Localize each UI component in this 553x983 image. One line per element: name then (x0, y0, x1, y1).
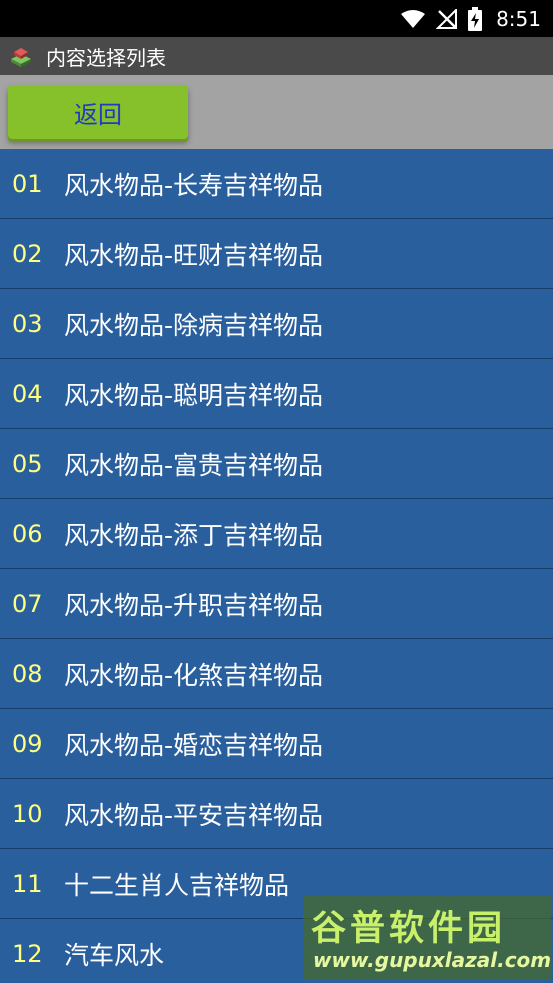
list-item-label: 风水物品-婚恋吉祥物品 (64, 730, 324, 760)
list-item-label: 十二生肖人吉祥物品 (64, 870, 290, 900)
list-item-01[interactable]: 01 风水物品-长寿吉祥物品 (0, 149, 553, 219)
toolbar: 返回 (0, 75, 553, 149)
list-item-05[interactable]: 05 风水物品-富贵吉祥物品 (0, 429, 553, 499)
list-item-number: 11 (12, 869, 43, 898)
watermark-url: www.gupuxlazal.com (313, 948, 552, 972)
list-item-number: 12 (12, 939, 43, 968)
list-item-label: 风水物品-富贵吉祥物品 (64, 450, 324, 480)
status-icons: 8:51 (400, 0, 541, 37)
back-button[interactable]: 返回 (8, 85, 188, 139)
list-item-10[interactable]: 10 风水物品-平安吉祥物品 (0, 779, 553, 849)
app-logo-icon (8, 43, 34, 69)
list-item-label: 风水物品-添丁吉祥物品 (64, 520, 324, 550)
list-item-04[interactable]: 04 风水物品-聪明吉祥物品 (0, 359, 553, 429)
list-item-label: 风水物品-化煞吉祥物品 (64, 660, 324, 690)
watermark-title: 谷普软件园 (311, 909, 507, 949)
no-signal-icon (436, 8, 458, 29)
list-item-label: 风水物品-聪明吉祥物品 (64, 380, 324, 410)
title-bar: 内容选择列表 (0, 37, 553, 75)
list-item-number: 10 (12, 799, 43, 828)
status-bar: 8:51 (0, 0, 553, 37)
watermark: 谷普软件园 www.gupuxlazal.com (303, 896, 551, 980)
list-item-number: 01 (12, 169, 43, 198)
list-item-number: 02 (12, 239, 43, 268)
list-item-label: 汽车风水 (64, 940, 165, 970)
list-item-label: 风水物品-除病吉祥物品 (64, 310, 324, 340)
list-item-number: 09 (12, 729, 43, 758)
list-item-label: 风水物品-平安吉祥物品 (64, 800, 324, 830)
content-list: 01 风水物品-长寿吉祥物品 02 风水物品-旺财吉祥物品 03 风水物品-除病吉祥物… (0, 149, 553, 983)
list-item-07[interactable]: 07 风水物品-升职吉祥物品 (0, 569, 553, 639)
list-item-label: 风水物品-长寿吉祥物品 (64, 170, 324, 200)
list-item-label: 风水物品-旺财吉祥物品 (64, 240, 324, 270)
list-item-06[interactable]: 06 风水物品-添丁吉祥物品 (0, 499, 553, 569)
wifi-icon (400, 9, 426, 29)
list-item-number: 05 (12, 449, 43, 478)
list-item-02[interactable]: 02 风水物品-旺财吉祥物品 (0, 219, 553, 289)
list-item-number: 07 (12, 589, 43, 618)
list-item-number: 04 (12, 379, 43, 408)
list-item-09[interactable]: 09 风水物品-婚恋吉祥物品 (0, 709, 553, 779)
list-item-number: 06 (12, 519, 43, 548)
list-item-03[interactable]: 03 风水物品-除病吉祥物品 (0, 289, 553, 359)
page-title: 内容选择列表 (46, 45, 166, 70)
list-item-number: 03 (12, 309, 43, 338)
status-clock: 8:51 (496, 6, 541, 31)
list-item-number: 08 (12, 659, 43, 688)
list-item-label: 风水物品-升职吉祥物品 (64, 590, 324, 620)
battery-charging-icon (468, 6, 483, 31)
list-item-08[interactable]: 08 风水物品-化煞吉祥物品 (0, 639, 553, 709)
